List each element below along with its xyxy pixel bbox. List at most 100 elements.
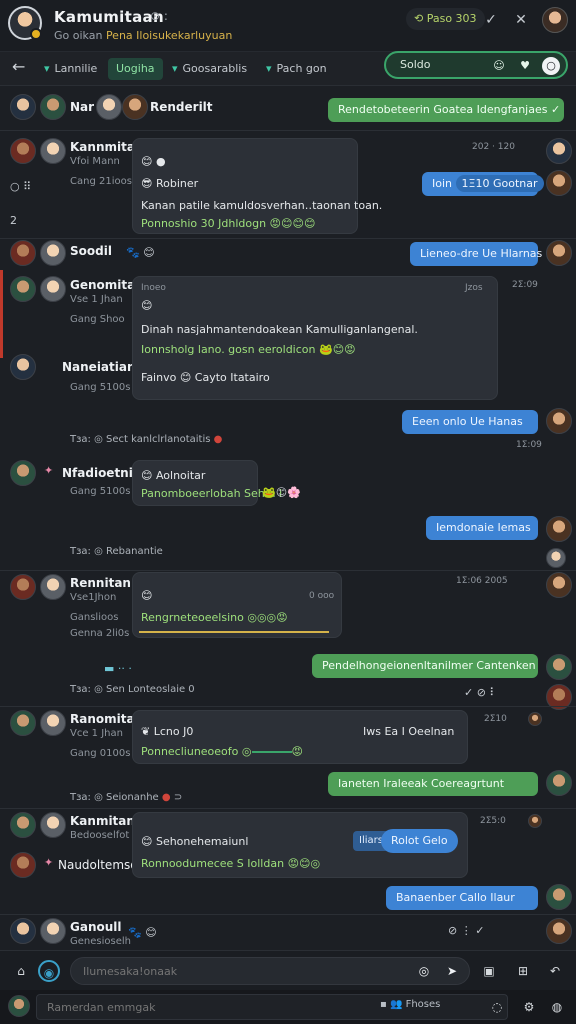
avatar[interactable]	[122, 94, 148, 120]
outgoing-message[interactable]: Ioin 1Ξ10 Gootnar	[422, 172, 544, 196]
avatar[interactable]	[40, 94, 66, 120]
camera-icon[interactable]: ◉	[38, 960, 60, 982]
sender-name[interactable]: Naudoltemso	[58, 858, 138, 872]
tools-icon[interactable]: ✕	[510, 9, 532, 31]
avatar[interactable]	[546, 240, 572, 266]
emoji-icon[interactable]: ◌	[486, 996, 508, 1018]
outgoing-message[interactable]: Banaenber Callo Ilaur	[386, 886, 538, 910]
avatar[interactable]	[546, 548, 566, 568]
record-icon[interactable]: ○	[542, 57, 560, 75]
side-icons[interactable]: ○ ⠿	[10, 180, 31, 193]
heart-icon[interactable]: ♥	[516, 57, 534, 75]
check-icon[interactable]: ✓	[480, 9, 502, 31]
outgoing-message[interactable]: Lieneo-dre Ue Hlarnas	[410, 242, 542, 266]
incoming-message[interactable]: 😊 Sehonehemaiunl Ronnoodumecee S Iolldan…	[132, 812, 468, 878]
avatar[interactable]	[10, 918, 36, 944]
sender-name[interactable]: Nar	[70, 100, 94, 114]
avatar[interactable]	[40, 574, 66, 600]
tab-4[interactable]: ▾ Pach gon	[266, 58, 327, 80]
outgoing-message[interactable]: Iemdonaie Iemas	[426, 516, 538, 540]
reaction-icons[interactable]: 🐾 😊	[126, 246, 155, 259]
subtitle-accent[interactable]: Pena Iloisukekarluyuan	[106, 29, 232, 42]
avatar[interactable]	[10, 138, 36, 164]
message-tools[interactable]: ✓ ⊘ ⠇	[464, 686, 497, 699]
avatar[interactable]	[40, 276, 66, 302]
outgoing-message[interactable]: Pendelhongeionenltanilmer Cantenken	[312, 654, 538, 678]
outgoing-message[interactable]: Ianeten Iraleeak Coereagrtunt	[328, 772, 538, 796]
incoming-message[interactable]: 😊 0 ooo Rengrneteoeelsino ◎◎◎😡	[132, 572, 342, 638]
timestamp: 202 · 120	[472, 142, 515, 152]
grid-icon[interactable]: ⊞	[512, 960, 534, 982]
reaction-icons[interactable]: 🐾 😊	[128, 926, 157, 939]
avatar[interactable]	[528, 814, 542, 828]
reply-icon[interactable]: ↶	[544, 960, 566, 982]
message-input[interactable]	[70, 957, 470, 985]
avatar[interactable]	[546, 770, 572, 796]
avatar[interactable]	[546, 408, 572, 434]
incoming-message[interactable]: 😊 ● 😎 Robiner Kanan patile kamuldosverha…	[132, 138, 382, 234]
avatar[interactable]	[546, 884, 572, 910]
avatar[interactable]	[40, 240, 66, 266]
unread-marker	[0, 270, 3, 358]
avatar[interactable]	[10, 460, 36, 486]
avatar[interactable]	[10, 574, 36, 600]
tab-1[interactable]: ▾ Lannilie	[44, 58, 97, 80]
avatar[interactable]	[10, 812, 36, 838]
message-head: Inoeo	[141, 283, 166, 293]
avatar[interactable]	[96, 94, 122, 120]
sender-name[interactable]: Ganoull	[70, 920, 122, 934]
sender-name[interactable]: Rennitan	[70, 576, 131, 590]
avatar[interactable]	[10, 240, 36, 266]
sender-name[interactable]: Soodil	[70, 244, 112, 258]
incoming-message[interactable]: ❦ Lcno J0 Iws Ea I Oeelnan Ponnecliuneoe…	[132, 710, 468, 764]
call-chip[interactable]: ⟲ Paso 303	[406, 8, 485, 30]
avatar[interactable]	[546, 572, 572, 598]
avatar[interactable]	[40, 812, 66, 838]
group-avatar[interactable]	[8, 6, 42, 40]
outgoing-message[interactable]: Rendetobeteerin Goatea Idengfanjaes ✓	[328, 98, 564, 122]
avatar[interactable]	[546, 170, 572, 196]
reply-count[interactable]: 2	[10, 214, 17, 227]
back-arrow-icon[interactable]: ←	[12, 57, 25, 76]
message-tools[interactable]: ⊘ ⋮ ✓	[448, 924, 484, 937]
timestamp: 2Σ:09	[512, 280, 538, 290]
more-icon[interactable]: ◍	[546, 996, 568, 1018]
sender-name[interactable]: Renderilt	[150, 100, 213, 114]
avatar[interactable]	[546, 918, 572, 944]
avatar[interactable]	[40, 918, 66, 944]
avatar[interactable]	[40, 710, 66, 736]
outgoing-message[interactable]: Eeen onlo Ue Hanas	[402, 410, 538, 434]
chat-area[interactable]: Nar Renderilt Rendetobeteerin Goatea Ide…	[0, 86, 576, 950]
home-icon[interactable]: ⌂	[10, 960, 32, 982]
incoming-message[interactable]: 😊 Aolnoitar Panomboeerlobah Sehm I	[132, 460, 282, 506]
avatar[interactable]	[546, 516, 572, 542]
avatar[interactable]	[8, 995, 30, 1017]
send-icon[interactable]: ➤	[444, 963, 460, 979]
outgoing-chip[interactable]: 1Ξ10 Gootnar	[455, 175, 544, 192]
avatar[interactable]	[10, 94, 36, 120]
avatar[interactable]	[10, 354, 36, 380]
avatar[interactable]	[528, 712, 542, 726]
message-chip[interactable]: Rolot Gelo	[381, 829, 458, 853]
user-avatar[interactable]	[542, 7, 568, 33]
tab-2[interactable]: Uogiha	[108, 58, 163, 80]
avatar[interactable]	[10, 852, 36, 878]
settings-icon[interactable]: ⚙	[518, 996, 540, 1018]
search-pill[interactable]: Soldo ☺ ♥ ○	[384, 51, 568, 79]
chat-title[interactable]: Kamumitaan	[54, 8, 164, 26]
avatar[interactable]	[10, 276, 36, 302]
sender-name[interactable]: Nfadioetnia	[62, 466, 141, 480]
sender-name[interactable]: Naneiatian	[62, 360, 136, 374]
avatar[interactable]	[10, 710, 36, 736]
emoji-icon[interactable]: ◎	[416, 963, 432, 979]
image-icon[interactable]: ▣	[478, 960, 500, 982]
tab-3[interactable]: ▾ Goosarablis	[172, 58, 247, 80]
bottom-chip[interactable]: ▪ 👥 Fhoses	[380, 999, 440, 1010]
avatar[interactable]	[546, 654, 572, 680]
avatar[interactable]	[40, 138, 66, 164]
reaction-icons[interactable]: 🐸😊🌸	[262, 486, 301, 499]
incoming-message[interactable]: Inoeo Jzos 😊 Dinah nasjahmantendoakean K…	[132, 276, 498, 400]
avatar[interactable]	[546, 138, 572, 164]
sender-name[interactable]: Kanmitan	[70, 814, 135, 828]
smile-icon[interactable]: ☺	[490, 57, 508, 75]
